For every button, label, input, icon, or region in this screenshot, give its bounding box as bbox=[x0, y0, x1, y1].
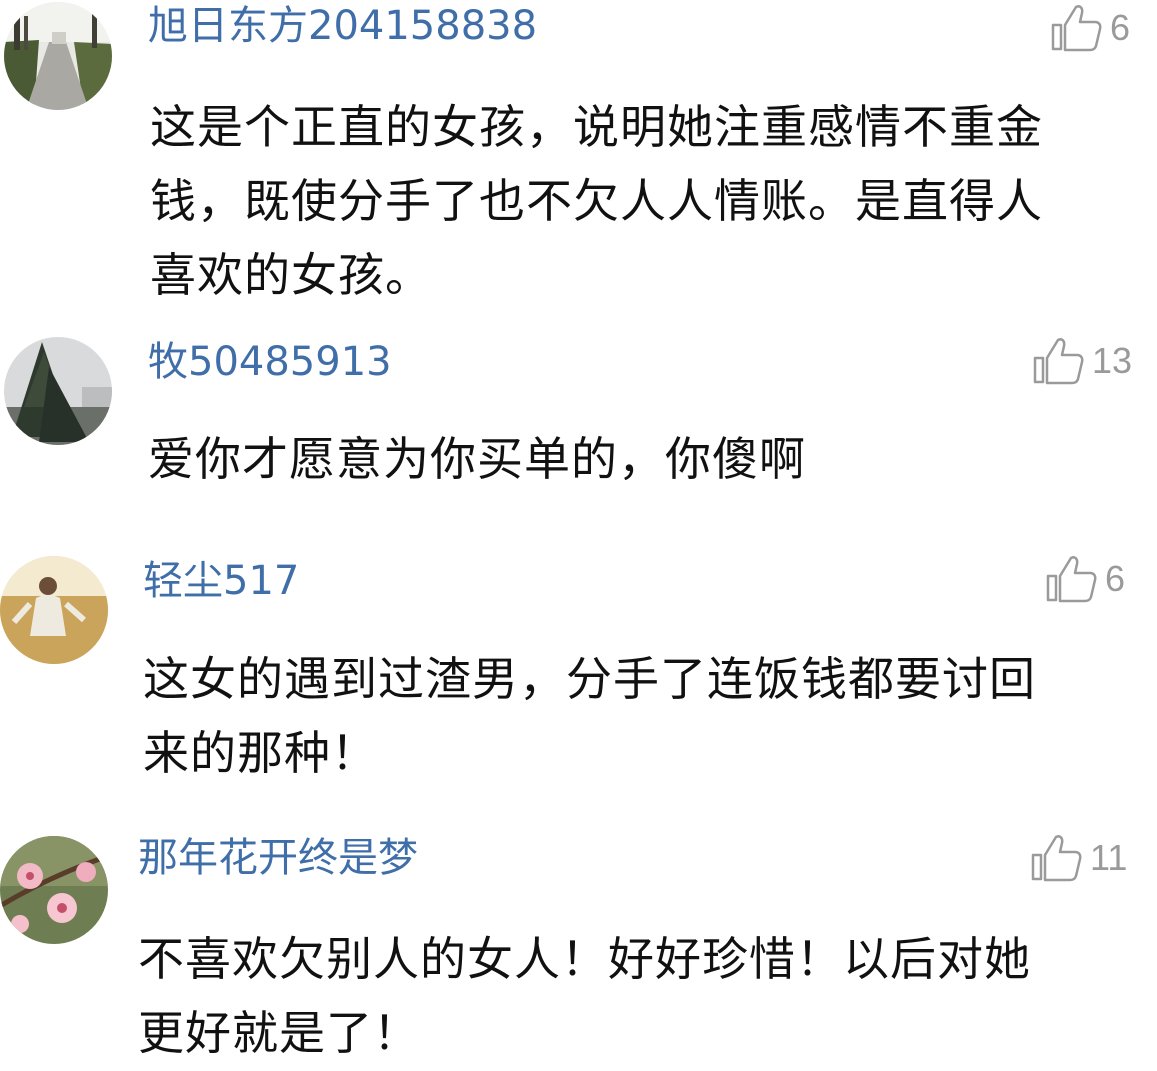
comment-text: 不喜欢欠别人的女人！好好珍惜！以后对她 更好就是了！ bbox=[138, 922, 1143, 1070]
user-avatar[interactable] bbox=[0, 556, 108, 664]
comment-text-line: 爱你才愿意为你买单的，你傻啊 bbox=[148, 432, 806, 486]
like-count: 11 bbox=[1090, 837, 1128, 878]
like-button[interactable]: 13 bbox=[1032, 335, 1132, 387]
username[interactable]: 牧50485913 bbox=[148, 338, 392, 386]
comment-text-line: 喜欢的女孩。 bbox=[150, 248, 432, 302]
comment-text-line: 来的那种！ bbox=[143, 726, 378, 780]
like-button[interactable]: 6 bbox=[1045, 553, 1125, 605]
comment-text: 这女的遇到过渣男，分手了连饭钱都要讨回 来的那种！ bbox=[143, 642, 1148, 790]
thumbs-up-icon bbox=[1051, 5, 1102, 52]
thumbs-up-icon bbox=[1033, 338, 1084, 385]
user-avatar[interactable] bbox=[4, 337, 112, 445]
like-count: 6 bbox=[1110, 7, 1131, 48]
comment-text-line: 不喜欢欠别人的女人！好好珍惜！以后对她 bbox=[138, 932, 1031, 986]
road-landscape-avatar bbox=[4, 2, 112, 110]
comment-text-line: 这是个正直的女孩，说明她注重感情不重金 bbox=[150, 100, 1043, 154]
comment-text-line: 这女的遇到过渣男，分手了连饭钱都要讨回 bbox=[143, 652, 1036, 706]
like-button[interactable]: 11 bbox=[1030, 832, 1127, 884]
comment-text-line: 更好就是了！ bbox=[138, 1006, 420, 1060]
username[interactable]: 那年花开终是梦 bbox=[138, 834, 418, 882]
comment-text: 爱你才愿意为你买单的，你傻啊 bbox=[148, 422, 1148, 496]
user-avatar[interactable] bbox=[0, 836, 108, 944]
wheat-field-avatar bbox=[0, 556, 108, 664]
thumbs-up-icon bbox=[1046, 556, 1097, 603]
like-count: 6 bbox=[1105, 558, 1126, 599]
pine-tree-avatar bbox=[4, 337, 112, 445]
username[interactable]: 旭日东方204158838 bbox=[148, 2, 537, 50]
like-button[interactable]: 6 bbox=[1050, 2, 1130, 54]
comment-text: 这是个正直的女孩，说明她注重感情不重金 钱，既使分手了也不欠人人情账。是直得人 … bbox=[150, 90, 1150, 312]
username[interactable]: 轻尘517 bbox=[143, 557, 299, 605]
thumbs-up-icon bbox=[1031, 835, 1082, 882]
user-avatar[interactable] bbox=[4, 2, 112, 110]
like-count: 13 bbox=[1092, 340, 1133, 381]
blossom-avatar bbox=[0, 836, 108, 944]
comment-text-line: 钱，既使分手了也不欠人人情账。是直得人 bbox=[150, 174, 1043, 228]
